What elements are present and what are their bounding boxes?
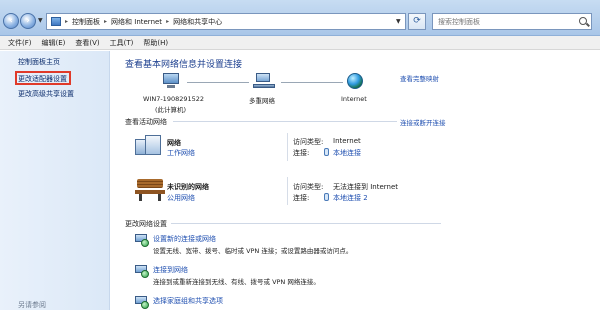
sidebar-item-home[interactable]: 控制面板主页: [18, 57, 60, 67]
access-type-value: Internet: [333, 137, 361, 145]
internet-label: Internet: [341, 95, 367, 103]
section-divider: [171, 223, 441, 224]
address-bar[interactable]: ▸ 控制面板 ▸ 网络和 Internet ▸ 网络和共享中心: [46, 13, 406, 30]
menu-edit[interactable]: 编辑(E): [42, 38, 66, 48]
homegroup-icon: [135, 296, 149, 309]
chevron-right-icon: ▸: [65, 18, 69, 25]
chevron-right-icon: ▸: [166, 18, 170, 25]
section-divider: [173, 121, 397, 122]
address-dropdown-icon[interactable]: ▼: [396, 18, 401, 25]
control-panel-icon: [51, 17, 61, 26]
connection-label: 连接:: [293, 149, 310, 157]
task-homegroup-link[interactable]: 选择家庭组和共享选项: [153, 296, 223, 306]
network-icon[interactable]: [253, 73, 275, 89]
change-settings-heading: 更改网络设置: [125, 220, 167, 228]
menu-tools[interactable]: 工具(T): [110, 38, 134, 48]
refresh-button[interactable]: ⟳: [408, 13, 426, 30]
new-connection-icon: [135, 234, 149, 247]
see-also-heading: 另请参阅: [18, 301, 46, 309]
connection-icon: [324, 193, 329, 201]
network-name: 网络: [167, 139, 181, 147]
forward-button[interactable]: ›: [20, 13, 36, 29]
back-button[interactable]: ‹: [3, 13, 19, 29]
vertical-divider: [287, 133, 288, 161]
connection-label: 连接:: [293, 194, 310, 202]
vertical-divider: [287, 177, 288, 205]
chevron-right-icon: ▸: [104, 18, 108, 25]
connection-link[interactable]: 本地连接: [333, 148, 361, 158]
title-address-bar: ‹ › ▼ ▸ 控制面板 ▸ 网络和 Internet ▸ 网络和共享中心 ▼ …: [0, 0, 600, 36]
breadcrumb-network-internet[interactable]: 网络和 Internet: [111, 17, 162, 27]
breadcrumb-control-panel[interactable]: 控制面板: [72, 17, 100, 27]
menu-view[interactable]: 查看(V): [75, 38, 99, 48]
computer-name-label: WIN7-1908291522: [143, 95, 205, 103]
connect-network-icon: [135, 265, 149, 278]
search-placeholder: 搜索控制面板: [438, 17, 480, 26]
menu-help[interactable]: 帮助(H): [143, 38, 168, 48]
access-type-label: 访问类型:: [293, 138, 324, 146]
network-type-link[interactable]: 工作网络: [167, 148, 195, 158]
sidebar-item-adapter-settings[interactable]: 更改适配器设置: [18, 74, 67, 84]
network-type-link[interactable]: 公用网络: [167, 193, 195, 203]
sidebar: 控制面板主页 更改适配器设置 更改高级共享设置 另请参阅: [0, 51, 110, 310]
menu-file[interactable]: 文件(F): [8, 38, 32, 48]
computer-note-label: (此计算机): [155, 106, 187, 114]
page-title: 查看基本网络信息并设置连接: [125, 60, 243, 70]
search-input[interactable]: 搜索控制面板: [432, 13, 592, 30]
recent-pages-dropdown-icon[interactable]: ▼: [38, 17, 43, 24]
connect-disconnect-link[interactable]: 连接或断开连接: [400, 117, 446, 127]
sidebar-item-advanced-sharing[interactable]: 更改高级共享设置: [18, 89, 74, 99]
network-name: 未识别的网络: [167, 183, 209, 191]
breadcrumb-network-sharing-center[interactable]: 网络和共享中心: [173, 17, 222, 27]
map-link-line: [281, 82, 343, 83]
access-type-label: 访问类型:: [293, 183, 324, 191]
computer-icon: [161, 73, 181, 89]
bench-icon[interactable]: [135, 179, 165, 201]
access-type-value: 无法连接到 Internet: [333, 183, 399, 191]
menu-bar: 文件(F) 编辑(E) 查看(V) 工具(T) 帮助(H): [0, 36, 600, 50]
network-label: 多重网络: [249, 97, 275, 105]
view-full-map-link[interactable]: 查看完整映射: [400, 73, 439, 83]
task-connect-network-desc: 连接到或重新连接到无线、有线、拨号或 VPN 网络连接。: [153, 278, 320, 286]
internet-globe-icon[interactable]: [347, 73, 363, 89]
task-connect-network-link[interactable]: 连接到网络: [153, 265, 188, 275]
active-networks-heading: 查看活动网络: [125, 118, 167, 126]
task-setup-connection-link[interactable]: 设置新的连接或网络: [153, 234, 216, 244]
map-link-line: [187, 82, 249, 83]
connection-icon: [324, 148, 329, 156]
main-panel: 查看基本网络信息并设置连接 查看完整映射 WIN7-1908291522 (此计…: [111, 51, 600, 310]
connection-link[interactable]: 本地连接 2: [333, 193, 368, 203]
search-icon[interactable]: [579, 17, 587, 25]
work-network-icon[interactable]: [135, 135, 163, 157]
task-setup-connection-desc: 设置无线、宽带、拨号、临时或 VPN 连接；或设置路由器或访问点。: [153, 247, 353, 255]
